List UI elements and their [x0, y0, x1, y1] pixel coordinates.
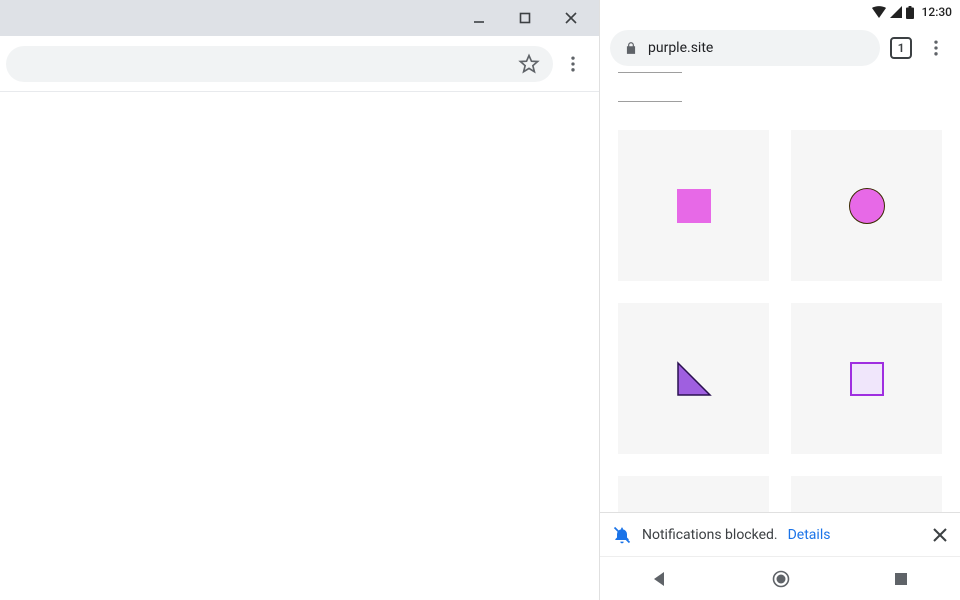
bell-off-icon: [612, 525, 632, 545]
circle-filled-icon: [849, 188, 885, 224]
nav-back-button[interactable]: [651, 570, 669, 588]
desktop-menu-button[interactable]: [553, 44, 593, 84]
notification-infobar: Notifications blocked. Details: [600, 512, 960, 556]
square-outline-icon: [850, 362, 884, 396]
divider: [618, 101, 682, 102]
shape-tile-square-filled[interactable]: [618, 130, 769, 281]
window-titlebar: [0, 0, 599, 36]
infobar-details-link[interactable]: Details: [788, 527, 831, 543]
nav-recents-button[interactable]: [893, 571, 909, 587]
window-close-button[interactable]: [549, 3, 593, 33]
android-navbar: [600, 556, 960, 600]
shape-tile-circle-outline[interactable]: [618, 476, 769, 512]
desktop-toolbar: [0, 36, 599, 92]
shape-tile-triangle-filled[interactable]: [791, 476, 942, 512]
android-page-content: [600, 72, 960, 512]
window-minimize-button[interactable]: [457, 3, 501, 33]
android-url-text: purple.site: [648, 40, 713, 56]
shape-tile-circle-filled[interactable]: [791, 130, 942, 281]
shape-grid: [618, 130, 942, 512]
window-maximize-button[interactable]: [503, 3, 547, 33]
divider: [618, 72, 682, 73]
nav-home-button[interactable]: [771, 569, 791, 589]
android-toolbar: purple.site 1: [600, 24, 960, 72]
cell-signal-icon: [890, 6, 902, 18]
desktop-page-content: [0, 92, 599, 600]
square-filled-icon: [677, 189, 711, 223]
infobar-text: Notifications blocked.: [642, 527, 778, 543]
tab-count-text: 1: [898, 41, 905, 55]
wifi-icon: [872, 6, 886, 18]
tab-switcher-button[interactable]: 1: [890, 37, 912, 59]
shape-tile-triangle-right[interactable]: [618, 303, 769, 454]
desktop-omnibox[interactable]: [6, 46, 553, 82]
desktop-chrome-window: [0, 0, 600, 600]
lock-icon: [624, 41, 638, 55]
android-statusbar: 12:30: [600, 0, 960, 24]
battery-icon: [906, 6, 914, 19]
android-menu-button[interactable]: [922, 28, 950, 68]
shape-tile-square-outline[interactable]: [791, 303, 942, 454]
star-icon[interactable]: [515, 44, 543, 84]
triangle-right-icon: [674, 359, 714, 399]
infobar-close-button[interactable]: [932, 527, 948, 543]
status-time: 12:30: [922, 5, 952, 19]
android-omnibox[interactable]: purple.site: [610, 30, 880, 66]
android-chrome-window: 12:30 purple.site 1: [600, 0, 960, 600]
